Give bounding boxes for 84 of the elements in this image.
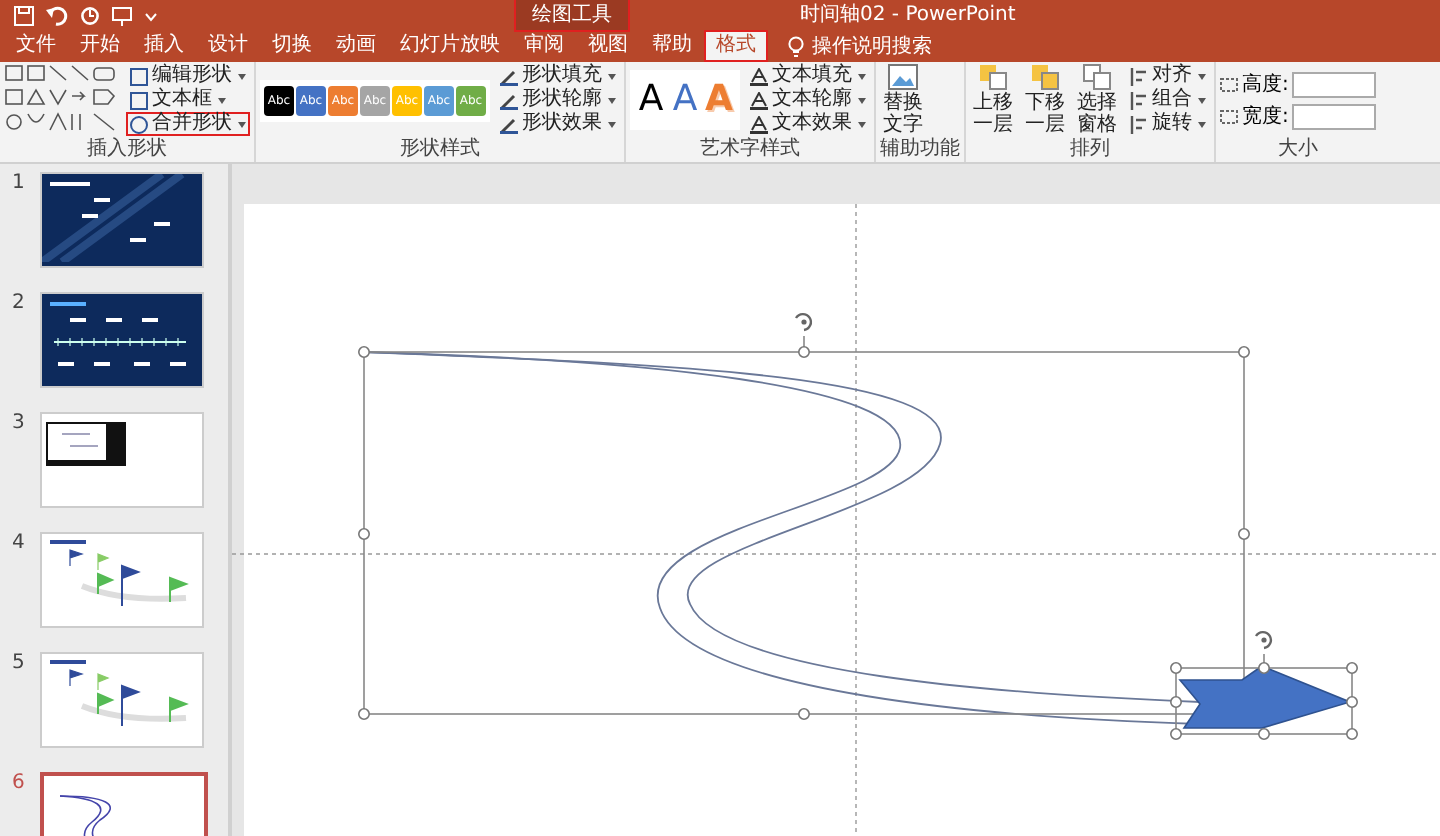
group-label: 辅助功能 [880,138,960,162]
pen-icon [500,67,518,85]
caret-icon [1198,73,1206,79]
ribbon-button[interactable]: 文本框 [126,88,250,112]
slide-thumbnail[interactable] [40,412,204,508]
ribbon-button[interactable]: 形状效果 [496,112,620,136]
pen-icon [500,91,518,109]
caret-icon [218,97,226,103]
pen-icon [500,115,518,133]
caret-icon [238,73,246,79]
caret-icon [858,73,866,79]
ribbon-button[interactable]: 组合 [1126,88,1210,112]
rotate-handle-icon[interactable] [1255,630,1273,650]
align-icon [1130,67,1148,85]
ribbon-tab[interactable]: 帮助 [640,30,704,62]
caret-icon [1198,121,1206,127]
lightbulb-icon [788,35,804,57]
group-label: 形状样式 [398,138,482,162]
slide-thumbnail[interactable] [40,652,204,748]
ribbon-tab[interactable]: 动画 [324,30,388,62]
group-label: 插入形状 [85,138,169,162]
slide-number: 4 [12,532,27,558]
caret-icon [1198,97,1206,103]
size-field[interactable] [1292,71,1377,97]
ribbon-button[interactable]: 文本效果 [746,112,870,136]
letter-icon [750,115,768,133]
caret-icon [608,97,616,103]
ribbon-tab[interactable]: 格式 [704,30,768,62]
slide-thumbnail[interactable] [40,292,204,388]
caret-icon [608,73,616,79]
ribbon-tab[interactable]: 视图 [576,30,640,62]
slide-number: 1 [12,172,27,198]
ribbon-tab[interactable]: 文件 [4,30,68,62]
caret-icon [608,121,616,127]
group-label: 排列 [1068,138,1112,162]
selection-box[interactable] [1170,653,1358,740]
ribbon-tab[interactable]: 切换 [260,30,324,62]
ribbon-tab[interactable]: 幻灯片放映 [388,30,512,62]
group-label: 大小 [1276,138,1321,162]
ribbon-button[interactable]: 文本轮廓 [746,88,870,112]
slide-number: 3 [12,412,27,438]
ribbon-button[interactable]: 文本填充 [746,64,870,88]
align-icon [1130,91,1148,109]
wordart-sample[interactable]: A [636,74,666,126]
save-icon[interactable] [14,5,34,25]
field-label: 高度: [1242,71,1289,98]
slide-number: 5 [12,652,27,678]
ribbon-button[interactable]: 形状填充 [496,64,620,88]
ribbon-tab[interactable]: 开始 [68,30,132,62]
ribbon-tab[interactable]: 审阅 [512,30,576,62]
ribbon-button[interactable]: 形状轮廓 [496,88,620,112]
slide-thumbnail[interactable] [40,532,204,628]
wordart-sample[interactable]: A [704,74,734,126]
slide-number: 2 [12,292,27,318]
ribbon-button[interactable]: 选择窗格 [1074,64,1120,136]
caret-icon [238,121,246,127]
align-icon [1130,115,1148,133]
undo-icon[interactable] [46,5,68,25]
letter-icon [750,67,768,85]
group-label: 艺术字样式 [698,138,802,162]
layers-icon [1030,64,1060,90]
slide-thumbnail[interactable] [40,172,204,268]
ribbon-button[interactable]: 旋转 [1126,112,1210,136]
window-title: 时间轴02 - PowerPoint [800,1,1016,30]
caret-icon [858,121,866,127]
field-label: 宽度: [1242,103,1289,130]
ribbon-button[interactable]: 对齐 [1126,64,1210,88]
ribbon-button[interactable]: 编辑形状 [126,64,250,88]
ribbon-button[interactable]: 上移一层 [970,64,1016,136]
ribbon-button[interactable]: 下移一层 [1022,64,1068,136]
rotate-handle-icon[interactable] [795,312,813,332]
letter-icon [750,91,768,109]
ribbon-button[interactable]: 合并形状 [126,112,250,136]
alt-text-button[interactable]: 替换文字 [880,64,926,136]
wordart-sample[interactable]: A [670,74,700,126]
slideshow-icon[interactable] [112,5,132,25]
ribbon-tab[interactable]: 插入 [132,30,196,62]
size-field[interactable] [1292,103,1377,129]
caret-icon [858,97,866,103]
slide-number: 6 [12,772,27,798]
shape-gallery-drawing[interactable] [4,64,120,136]
ribbon-tab[interactable]: 设计 [196,30,260,62]
contextual-tab-label: 绘图工具 [516,0,628,30]
tell-me-search[interactable]: 操作说明搜索 [804,30,940,62]
